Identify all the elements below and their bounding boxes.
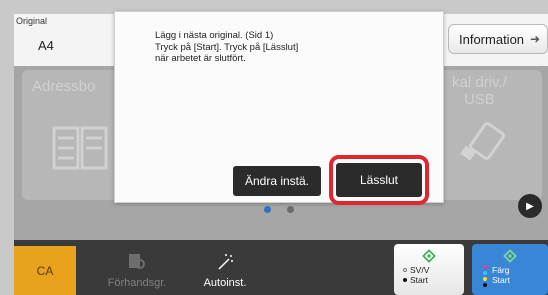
address-book-icon — [52, 126, 108, 170]
change-settings-button[interactable]: Ändra instä. — [233, 166, 321, 196]
start-bw-line2: Start — [410, 275, 428, 285]
auto-settings-button[interactable]: Autoinst. — [190, 246, 260, 295]
start-color-line1: Färg — [492, 265, 510, 275]
play-arrow-icon: ▶ — [526, 200, 534, 212]
start-color-line2: Start — [492, 275, 510, 285]
preview-icon — [129, 254, 145, 269]
local-drive-label-line1: kal driv./ — [452, 74, 507, 91]
address-book-tile-label: Adressbo — [32, 78, 96, 95]
local-drive-usb-tile-label: kal driv./ USB — [452, 74, 507, 108]
right-arrow-icon: ➜ — [530, 32, 541, 46]
usb-icon — [460, 122, 505, 161]
read-end-button[interactable]: Lässlut — [336, 163, 422, 197]
preview-button-label: Förhandsgr. — [107, 277, 167, 289]
clear-all-button[interactable]: CA — [14, 246, 76, 295]
black-dot-icon — [483, 283, 487, 287]
yellow-dot-icon — [483, 277, 487, 281]
start-bw-button[interactable]: SV/V Start — [394, 244, 464, 295]
auto-settings-button-label: Autoinst. — [203, 277, 247, 289]
preview-button[interactable]: Förhandsgr. — [90, 246, 184, 295]
start-color-button[interactable]: Färg Start — [472, 244, 548, 295]
information-button[interactable]: Information ➜ — [448, 24, 548, 54]
magenta-dot-icon — [483, 265, 487, 269]
next-original-dialog: Lägg i nästa original. (Sid 1) Tryck på … — [114, 11, 444, 205]
original-size-value[interactable]: A4 — [38, 38, 54, 53]
start-bw-line1: SV/V — [410, 265, 430, 275]
page-dot-active[interactable] — [264, 206, 271, 213]
original-label: Original — [16, 16, 48, 26]
dialog-message: Lägg i nästa original. (Sid 1) Tryck på … — [155, 30, 299, 64]
magic-wand-icon — [218, 254, 233, 270]
start-diamond-icon — [503, 249, 517, 263]
page-dot[interactable] — [287, 206, 294, 213]
black-dot-icon — [403, 278, 407, 282]
start-diamond-icon — [422, 249, 436, 263]
local-drive-label-line2: USB — [463, 91, 495, 108]
next-page-button[interactable]: ▶ — [518, 194, 542, 218]
empty-dot-icon — [403, 268, 407, 272]
cyan-dot-icon — [483, 271, 487, 275]
information-button-label: Information — [459, 31, 525, 47]
